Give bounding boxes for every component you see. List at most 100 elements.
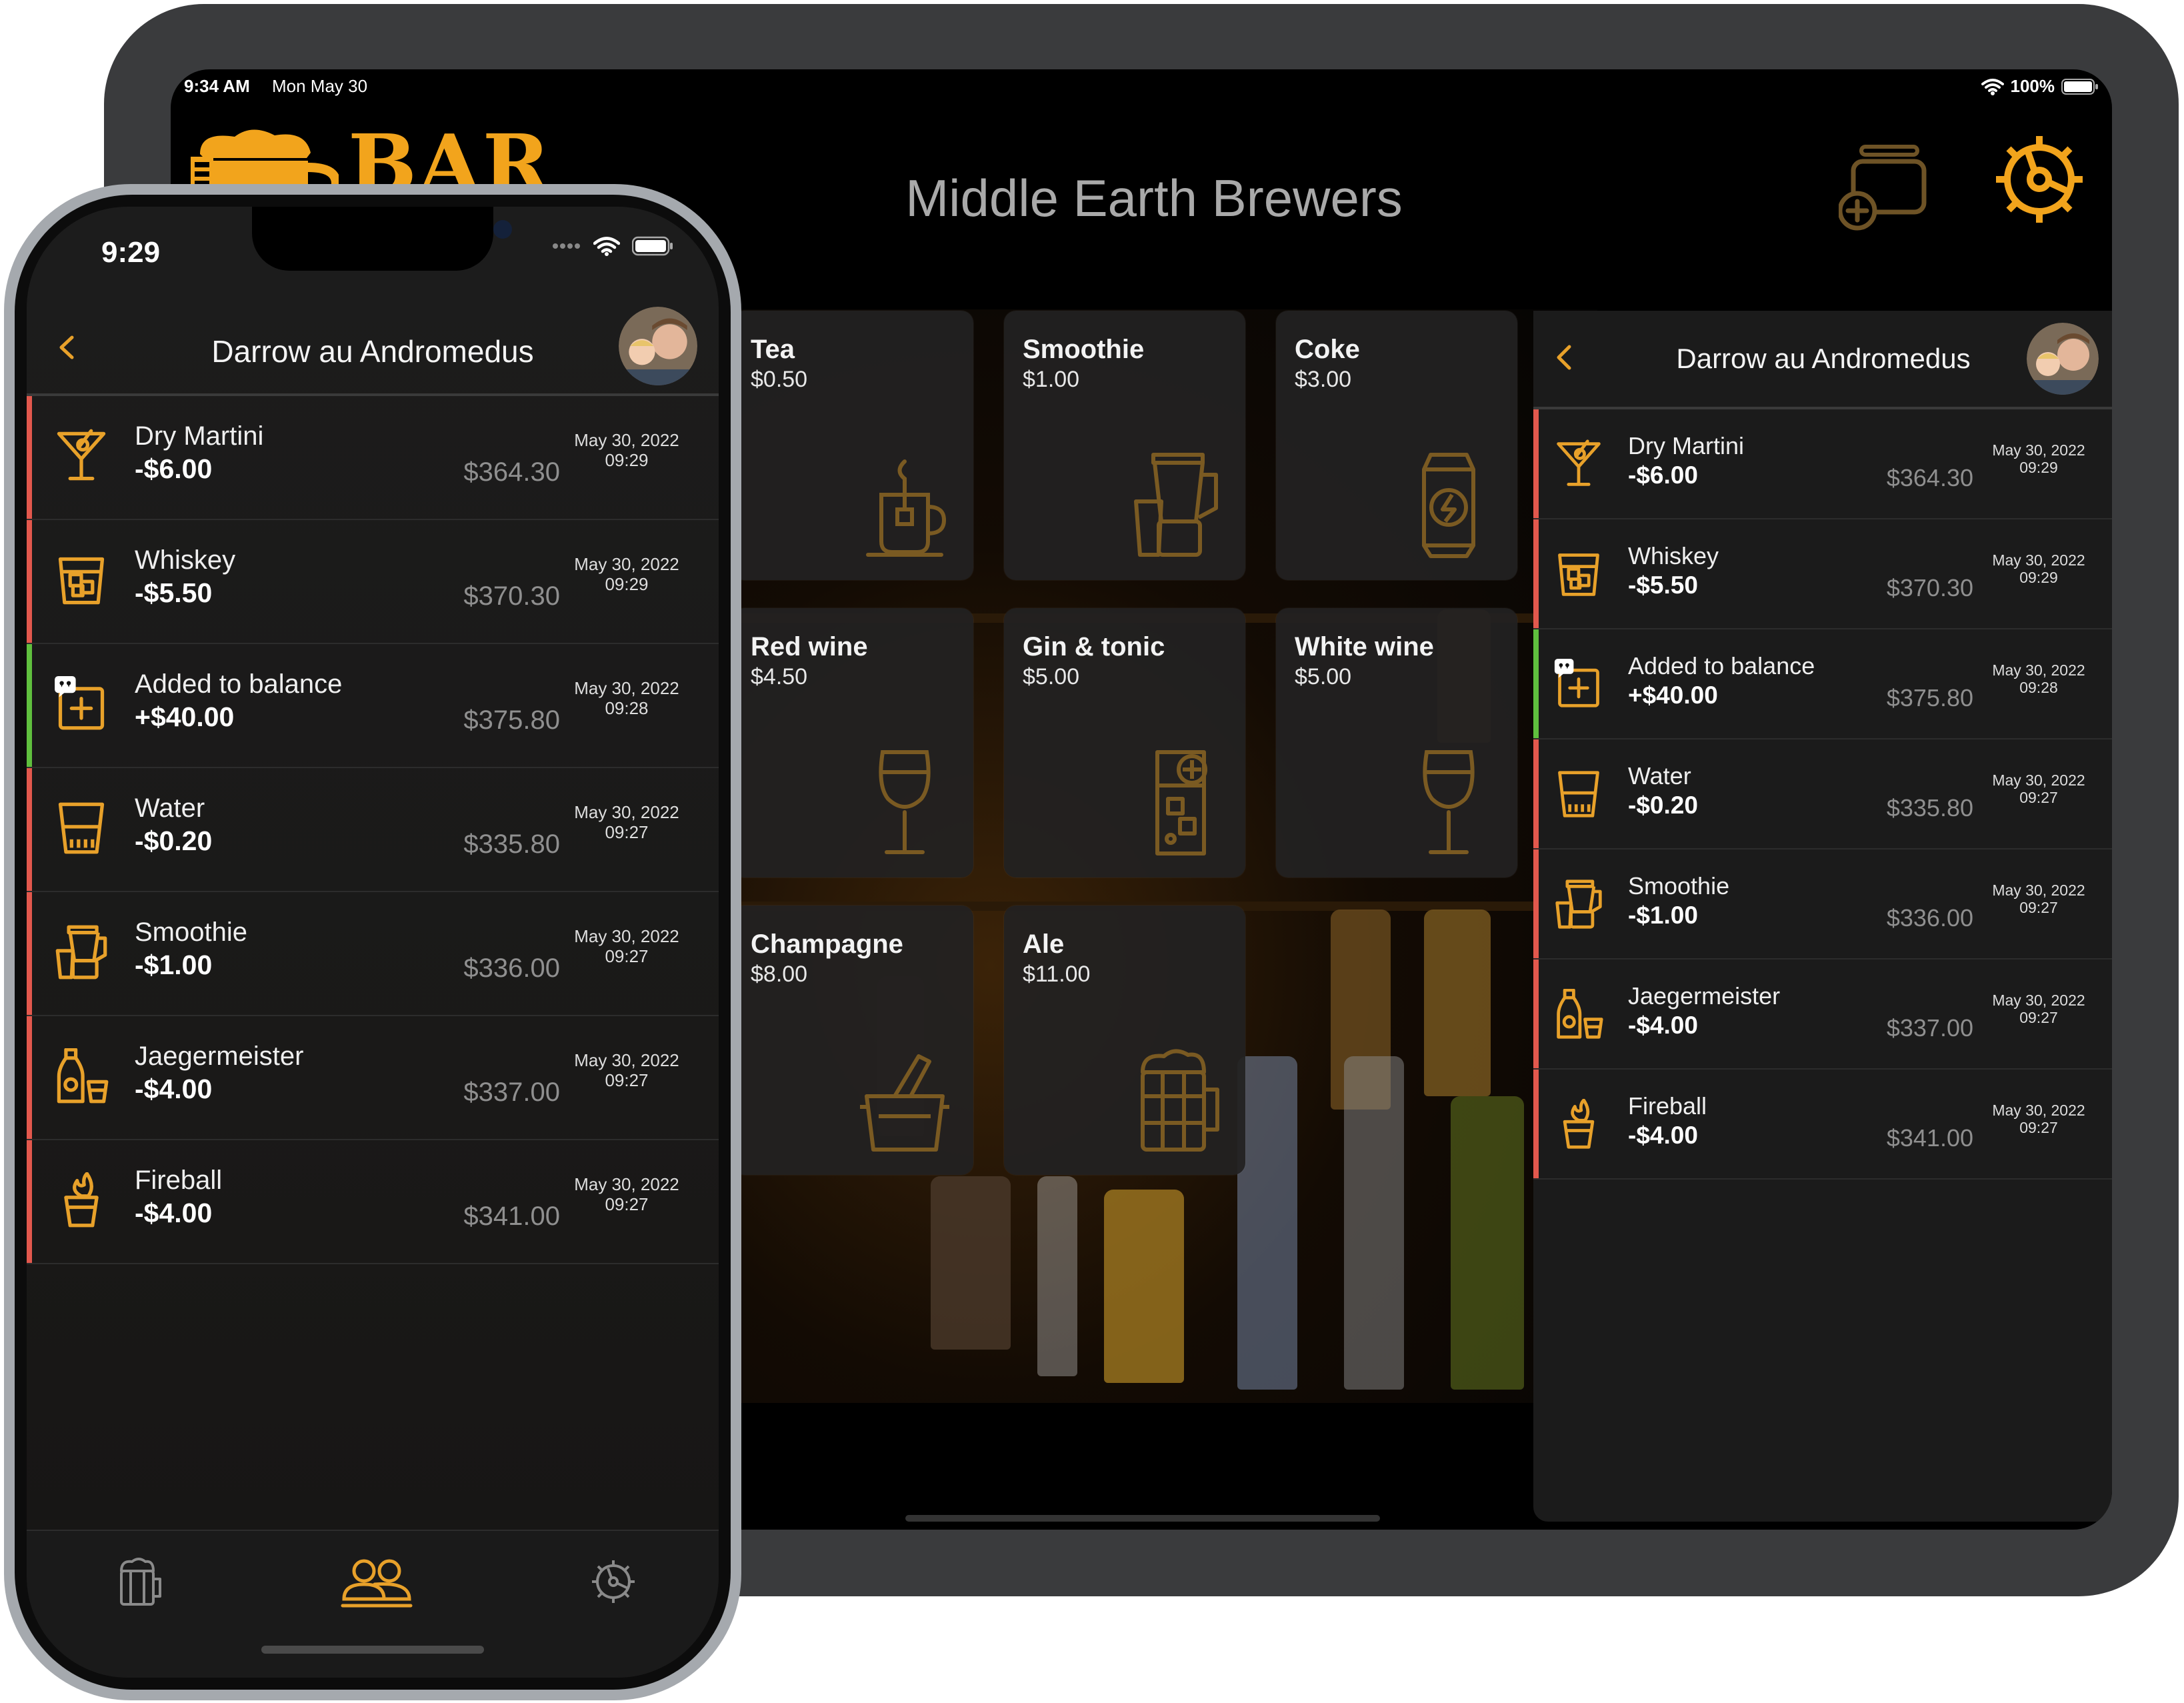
battery-percent: 100% xyxy=(2010,76,2055,96)
transaction-time: 09:29 xyxy=(605,573,649,594)
transaction-row[interactable]: Smoothie -$1.00 $336.00 May 30, 2022 09:27 xyxy=(1533,849,2112,960)
running-balance: $370.30 xyxy=(1886,574,1973,601)
transaction-name: Dry Martini xyxy=(135,421,264,451)
martini-icon xyxy=(1557,439,1601,486)
transaction-datetime: May 30, 2022 09:27 xyxy=(1979,992,2099,1027)
transaction-name: Added to balance xyxy=(135,669,343,699)
running-balance: $364.30 xyxy=(463,457,560,487)
transaction-time: 09:27 xyxy=(2019,1119,2058,1137)
transaction-time: 09:27 xyxy=(605,946,649,966)
blender-icon xyxy=(1134,453,1218,557)
bottle xyxy=(931,1176,1011,1350)
transaction-amount: -$6.00 xyxy=(135,453,213,484)
transaction-row[interactable]: Added to balance +$40.00 $375.80 May 30, 20… xyxy=(27,644,719,768)
bottle xyxy=(1424,910,1491,1096)
drink-tile-champagne[interactable]: Champagne $8.00 xyxy=(732,906,973,1175)
transaction-row[interactable]: Jaegermeister -$4.00 $337.00 May 30, 2022 09… xyxy=(27,1016,719,1140)
tab-people[interactable] xyxy=(340,1555,413,1608)
user-avatar[interactable] xyxy=(2027,323,2099,395)
user-avatar[interactable] xyxy=(619,307,697,385)
transaction-list: Dry Martini -$6.00 $364.30 May 30, 2022 09:2… xyxy=(1533,409,2112,1180)
transaction-row[interactable]: Fireball -$4.00 $341.00 May 30, 2022 09:27 xyxy=(27,1140,719,1264)
drink-tile-coke[interactable]: Coke $3.00 xyxy=(1276,311,1517,580)
transaction-row[interactable]: Added to balance +$40.00 $375.80 May 30, 20… xyxy=(1533,629,2112,739)
transaction-amount: -$4.00 xyxy=(135,1198,213,1228)
tab-bar xyxy=(27,1530,719,1678)
running-balance: $364.30 xyxy=(1886,464,1973,491)
debit-indicator xyxy=(27,892,32,1015)
transaction-row[interactable]: Dry Martini -$6.00 $364.30 May 30, 2022 09:2… xyxy=(27,396,719,520)
drink-price: $1.00 xyxy=(1023,367,1080,392)
transaction-row[interactable]: Jaegermeister -$4.00 $337.00 May 30, 2022 09… xyxy=(1533,960,2112,1070)
running-balance: $336.00 xyxy=(463,954,560,983)
drink-price: $4.50 xyxy=(751,664,808,689)
wine-glass-icon xyxy=(1423,750,1475,854)
status-time: 9:29 xyxy=(101,236,161,269)
drink-tile-white-wine[interactable]: White wine $5.00 xyxy=(1276,608,1517,878)
transaction-amount: -$1.00 xyxy=(135,950,213,980)
running-balance: $336.00 xyxy=(1886,904,1973,932)
transaction-row[interactable]: Water -$0.20 $335.80 May 30, 2022 09:27 xyxy=(27,768,719,892)
running-balance: $341.00 xyxy=(1886,1124,1973,1152)
credit-indicator xyxy=(1533,629,1539,738)
drink-tile-tea[interactable]: Tea $0.50 xyxy=(732,311,973,580)
tab-drinks[interactable] xyxy=(112,1555,165,1608)
drink-name: White wine xyxy=(1295,632,1434,661)
flaming-shot-icon xyxy=(64,1172,99,1228)
user-transactions-panel: Darrow au Andromedus Dry Martini -$6.00 $3… xyxy=(1533,311,2112,1522)
debit-indicator xyxy=(27,1140,32,1263)
transaction-row[interactable]: Smoothie -$1.00 $336.00 May 30, 2022 09:27 xyxy=(27,892,719,1016)
transaction-datetime: May 30, 2022 09:27 xyxy=(560,1050,693,1091)
debit-indicator xyxy=(27,520,32,643)
status-right: 100% xyxy=(1981,76,2099,97)
water-glass-icon xyxy=(58,802,105,854)
transaction-time: 09:27 xyxy=(2019,1009,2058,1027)
transaction-time: 09:27 xyxy=(605,1070,649,1090)
add-drink-button[interactable] xyxy=(1839,141,1929,232)
bottle xyxy=(1104,1190,1184,1383)
cellular-signal-icon xyxy=(553,243,580,249)
transaction-date: May 30, 2022 xyxy=(1992,882,2085,899)
tab-settings[interactable] xyxy=(587,1555,640,1608)
drink-price: $8.00 xyxy=(751,962,808,987)
running-balance: $341.00 xyxy=(463,1202,560,1231)
transaction-amount: +$40.00 xyxy=(135,701,235,732)
transaction-amount: -$4.00 xyxy=(1628,1122,1698,1149)
transaction-row[interactable]: Water -$0.20 $335.80 May 30, 2022 09:27 xyxy=(1533,739,2112,849)
settings-gear-icon[interactable] xyxy=(1989,129,2089,229)
wifi-icon xyxy=(1981,78,2004,95)
debit-indicator xyxy=(1533,1070,1539,1178)
debit-indicator xyxy=(27,396,32,519)
transaction-time: 09:29 xyxy=(605,449,649,470)
running-balance: $337.00 xyxy=(1886,1014,1973,1042)
transaction-date: May 30, 2022 xyxy=(574,926,679,946)
flaming-shot-icon xyxy=(1563,1099,1595,1149)
transaction-time: 09:27 xyxy=(2019,789,2058,807)
blender-icon xyxy=(55,925,107,980)
transaction-name: Water xyxy=(1628,762,1691,789)
transaction-row[interactable]: Fireball -$4.00 $341.00 May 30, 2022 09:27 xyxy=(1533,1070,2112,1180)
drink-price: $0.50 xyxy=(751,367,808,392)
drink-tile-gin-tonic[interactable]: Gin & tonic $5.00 xyxy=(1004,608,1245,878)
transaction-row[interactable]: Whiskey -$5.50 $370.30 May 30, 2022 09:29 xyxy=(27,520,719,644)
drink-name: Champagne xyxy=(751,930,903,959)
drink-tile-smoothie[interactable]: Smoothie $1.00 xyxy=(1004,311,1245,580)
transaction-row[interactable]: Whiskey -$5.50 $370.30 May 30, 2022 09:29 xyxy=(1533,519,2112,629)
drink-tile-red-wine[interactable]: Red wine $4.50 xyxy=(732,608,973,878)
transaction-amount: -$0.20 xyxy=(135,825,213,856)
running-balance: $375.80 xyxy=(463,705,560,735)
debit-indicator xyxy=(1533,739,1539,848)
transaction-date: May 30, 2022 xyxy=(1992,661,2085,679)
running-balance: $335.80 xyxy=(463,829,560,859)
transaction-time: 09:28 xyxy=(605,697,649,718)
transaction-date: May 30, 2022 xyxy=(1992,1102,2085,1119)
transaction-row[interactable]: Dry Martini -$6.00 $364.30 May 30, 2022 09:2… xyxy=(1533,409,2112,519)
drink-price: $5.00 xyxy=(1023,664,1080,689)
transaction-name: Smoothie xyxy=(1628,872,1730,900)
battery-icon xyxy=(632,236,673,256)
transaction-date: May 30, 2022 xyxy=(1992,441,2085,459)
transaction-datetime: May 30, 2022 09:29 xyxy=(560,554,693,595)
status-date: Mon May 30 xyxy=(272,76,368,96)
highball-glass-icon xyxy=(1155,750,1207,856)
drink-tile-ale[interactable]: Ale $11.00 xyxy=(1004,906,1245,1175)
